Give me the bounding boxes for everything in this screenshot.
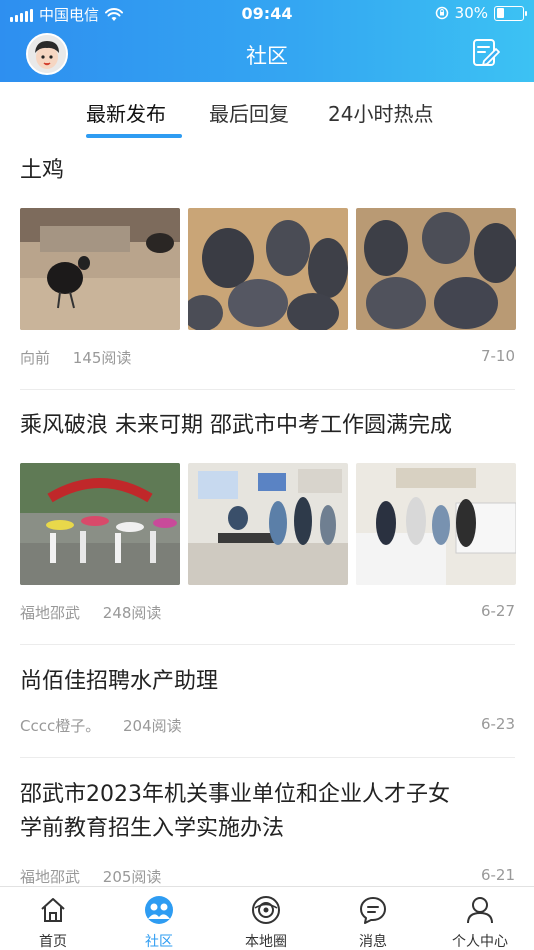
tabbar-label: 个人中心 <box>452 934 508 950</box>
post-meta: Cccc橙子。 204阅读 6-23 <box>20 715 515 736</box>
post-title[interactable]: 尚佰佳招聘水产助理 <box>20 665 515 699</box>
active-tab-indicator <box>86 134 182 138</box>
post-item[interactable]: 乘风破浪 未来可期 邵武市中考工作圆满完成 <box>20 409 515 443</box>
post-title[interactable]: 土鸡 <box>20 154 515 188</box>
post-meta: 向前 145阅读 7-10 <box>20 347 515 368</box>
divider <box>20 757 515 758</box>
page-title: 社区 <box>246 44 288 68</box>
tab-24h-hot[interactable]: 24小时热点 <box>328 98 433 127</box>
tab-latest[interactable]: 最新发布 <box>86 98 166 127</box>
post-item[interactable]: 尚佰佳招聘水产助理 <box>20 665 515 699</box>
post-meta: 福地邵武 205阅读 6-21 <box>20 866 515 886</box>
post-date: 6-21 <box>480 866 515 884</box>
post-item[interactable]: 土鸡 <box>20 154 515 188</box>
post-author[interactable]: Cccc橙子。 <box>20 717 100 735</box>
post-date: 6-23 <box>480 715 515 733</box>
post-author[interactable]: 向前 <box>20 349 50 367</box>
app-header: 中国电信 09:44 30% 社区 <box>0 0 534 82</box>
post-item[interactable]: 邵武市2023年机关事业单位和企业人才子女 学前教育招生入学实施办法 <box>20 778 515 846</box>
tabbar-label: 首页 <box>39 934 67 950</box>
tabbar-label: 社区 <box>145 934 173 950</box>
battery-percent: 30% <box>454 4 488 22</box>
tab-last-reply[interactable]: 最后回复 <box>209 98 289 127</box>
post-reads: 248阅读 <box>102 604 162 622</box>
profile-icon <box>467 897 493 924</box>
post-image[interactable] <box>356 208 516 330</box>
status-bar: 中国电信 09:44 30% <box>0 0 534 28</box>
post-images <box>20 463 516 585</box>
message-icon <box>360 897 386 924</box>
post-image[interactable] <box>188 208 348 330</box>
post-reads: 204阅读 <box>123 717 182 735</box>
post-images <box>20 208 516 330</box>
tabbar-messages[interactable]: 消息 <box>320 887 426 950</box>
post-feed[interactable]: 土鸡 向前 145阅读 7-10 乘风破浪 未来可期 邵武市中考工作圆满完成 福… <box>0 144 534 886</box>
tabbar-local-circle[interactable]: 本地圈 <box>213 887 319 950</box>
feed-tabs: 最新发布 最后回复 24小时热点 <box>0 82 534 144</box>
post-image[interactable] <box>20 463 180 585</box>
post-meta: 福地邵武 248阅读 6-27 <box>20 602 515 623</box>
post-image[interactable] <box>20 208 180 330</box>
post-date: 7-10 <box>480 347 515 365</box>
divider <box>20 389 515 390</box>
compose-icon[interactable] <box>472 38 500 68</box>
bottom-tab-bar: 首页 社区 本地圈 消息 个人中心 <box>0 886 534 950</box>
tabbar-community[interactable]: 社区 <box>106 887 212 950</box>
tabbar-home[interactable]: 首页 <box>0 887 106 950</box>
post-author[interactable]: 福地邵武 <box>20 868 80 886</box>
post-title-line[interactable]: 学前教育招生入学实施办法 <box>20 812 515 846</box>
post-image[interactable] <box>356 463 516 585</box>
battery-icon <box>494 5 527 21</box>
tabbar-label: 消息 <box>359 934 387 950</box>
orientation-lock-icon <box>435 6 448 20</box>
post-image[interactable] <box>188 463 348 585</box>
post-author[interactable]: 福地邵武 <box>20 604 80 622</box>
home-icon <box>41 898 65 922</box>
local-circle-icon <box>252 896 280 924</box>
post-reads: 205阅读 <box>102 868 162 886</box>
tabbar-label: 本地圈 <box>245 934 287 950</box>
community-icon <box>145 896 173 924</box>
divider <box>20 644 515 645</box>
post-title[interactable]: 乘风破浪 未来可期 邵武市中考工作圆满完成 <box>20 409 515 443</box>
tabbar-profile[interactable]: 个人中心 <box>427 887 533 950</box>
post-date: 6-27 <box>480 602 515 620</box>
post-reads: 145阅读 <box>72 349 132 367</box>
post-title-line[interactable]: 邵武市2023年机关事业单位和企业人才子女 <box>20 778 515 812</box>
